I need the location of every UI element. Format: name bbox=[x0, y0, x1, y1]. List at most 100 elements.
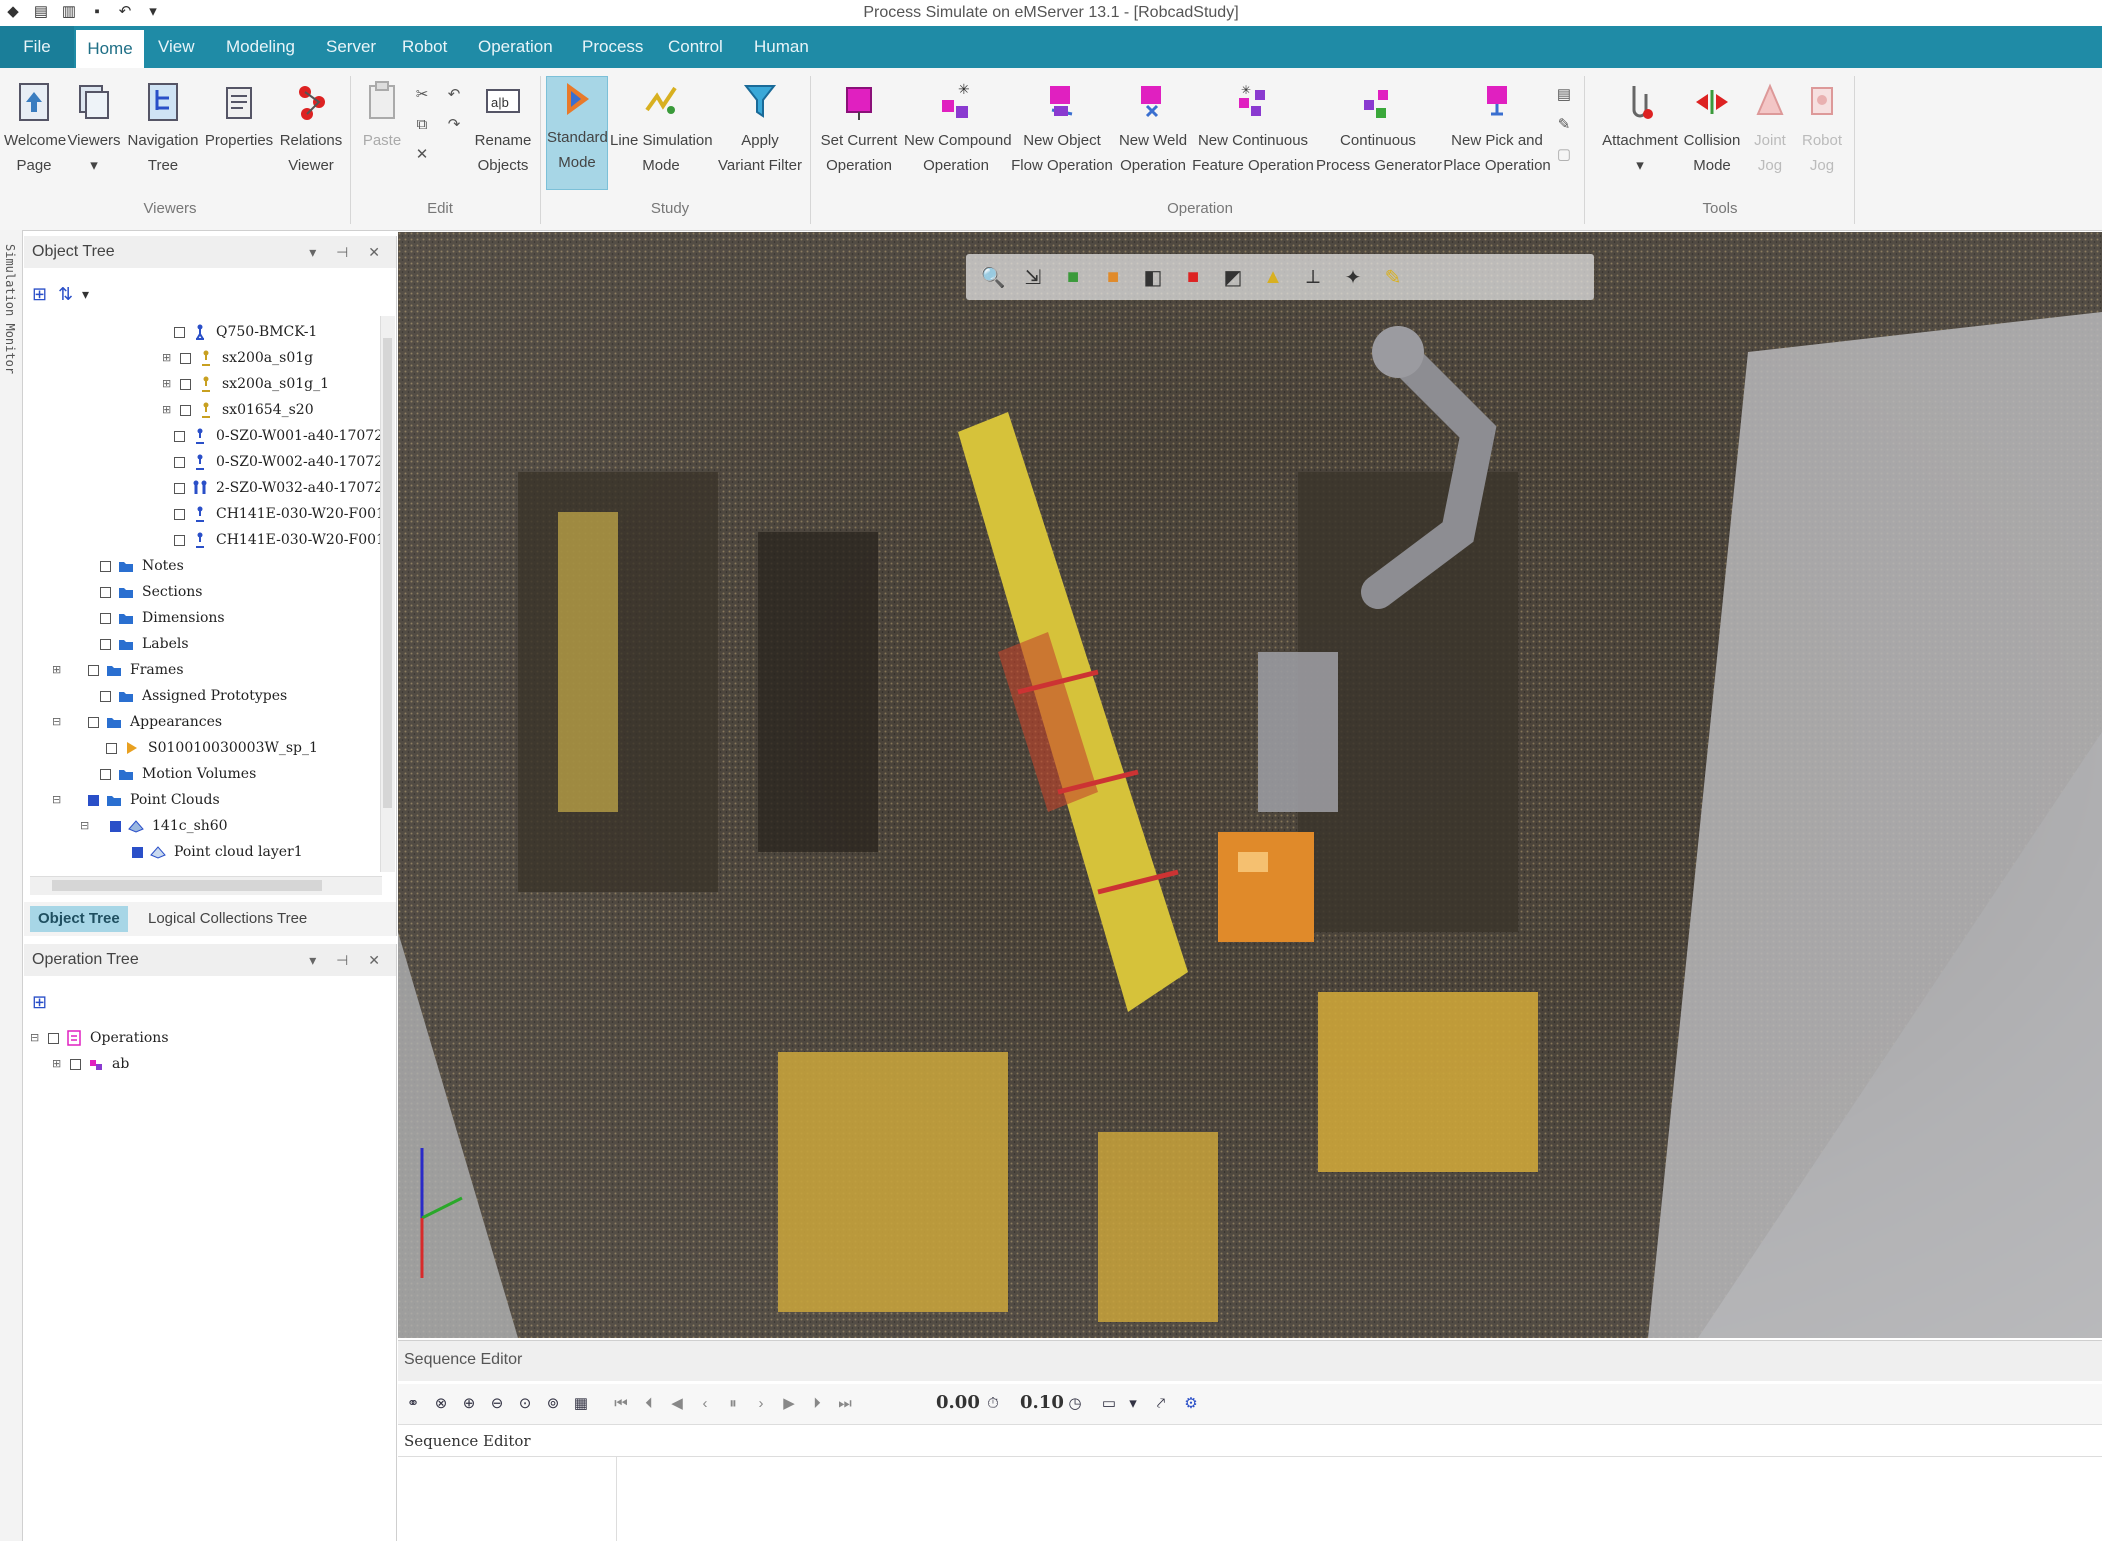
visibility-checkbox[interactable] bbox=[180, 352, 191, 364]
green-cube-icon[interactable]: ■ bbox=[1060, 264, 1086, 290]
tree-folder[interactable]: Sections bbox=[82, 580, 202, 604]
tree-folder[interactable]: Assigned Prototypes bbox=[82, 684, 287, 708]
welcome-page-button[interactable]: Welcome Page bbox=[4, 80, 66, 178]
delete-icon[interactable]: ✕ bbox=[412, 144, 432, 164]
operation-small-tool-icon[interactable]: ▤ bbox=[1554, 84, 1574, 104]
tree-folder[interactable]: Motion Volumes bbox=[82, 762, 256, 786]
standard-mode-button[interactable]: Standard Mode bbox=[546, 76, 608, 190]
visibility-checkbox[interactable] bbox=[132, 846, 143, 858]
snap-icon[interactable]: ✦ bbox=[1340, 264, 1366, 290]
new-weld-operation-button[interactable]: New Weld Operation bbox=[1116, 80, 1190, 178]
jump-to-end-icon[interactable]: ⏭ bbox=[834, 1392, 856, 1414]
visibility-checkbox[interactable] bbox=[174, 326, 185, 338]
relations-viewer-button[interactable]: Relations Viewer bbox=[276, 80, 346, 178]
tree-item[interactable]: 2-SZ0-W032-a40-17072 bbox=[174, 476, 383, 500]
chevron-down-icon[interactable]: ▾ bbox=[1122, 1392, 1144, 1414]
tree-item[interactable]: ⊞ sx01654_s20 bbox=[162, 398, 314, 422]
zoom-fit-icon[interactable]: ⊙ bbox=[514, 1392, 536, 1414]
tree-display-icon[interactable]: ⇅ bbox=[58, 284, 73, 305]
edit-link-icon[interactable]: ⤤ bbox=[1150, 1392, 1172, 1414]
pick-level-icon[interactable]: ✎ bbox=[1380, 264, 1406, 290]
paste-button[interactable]: Paste bbox=[356, 80, 408, 153]
operation-filter-icon[interactable]: ⊞ bbox=[32, 992, 47, 1013]
tab-file[interactable]: File bbox=[0, 26, 74, 68]
visibility-checkbox[interactable] bbox=[174, 508, 185, 520]
collapse-icon[interactable]: ⊟ bbox=[52, 710, 64, 734]
visibility-checkbox[interactable] bbox=[48, 1032, 59, 1044]
simulation-monitor-strip[interactable]: Simulation Monitor bbox=[0, 230, 23, 1541]
tree-filter-icon[interactable]: ⊞ bbox=[32, 284, 47, 305]
expand-icon[interactable]: ⊞ bbox=[52, 658, 64, 682]
visibility-checkbox[interactable] bbox=[174, 482, 185, 494]
cut-icon[interactable]: ✂ bbox=[412, 84, 432, 104]
jump-to-start-icon[interactable]: ⏮ bbox=[610, 1392, 632, 1414]
tab-server[interactable]: Server bbox=[320, 26, 382, 68]
visibility-checkbox[interactable] bbox=[180, 404, 191, 416]
visibility-checkbox[interactable] bbox=[174, 430, 185, 442]
tree-folder[interactable]: Dimensions bbox=[82, 606, 225, 630]
collapse-icon[interactable]: ⊟ bbox=[30, 1026, 42, 1050]
copy-icon[interactable]: ⧉ bbox=[412, 114, 432, 134]
visibility-checkbox[interactable] bbox=[174, 534, 185, 546]
tree-folder[interactable]: ⊟ Point Clouds bbox=[52, 788, 220, 812]
time-interval-icon[interactable]: ⏱ bbox=[982, 1392, 1004, 1414]
tab-human[interactable]: Human bbox=[748, 26, 815, 68]
monitor-icon[interactable]: ▭ bbox=[1098, 1392, 1120, 1414]
tab-operation[interactable]: Operation bbox=[472, 26, 559, 68]
column-divider[interactable] bbox=[616, 1456, 617, 1541]
visibility-checkbox[interactable] bbox=[110, 820, 121, 832]
chevron-down-icon[interactable]: ▾ bbox=[82, 286, 89, 303]
link-icon[interactable]: ⚭ bbox=[402, 1392, 424, 1414]
zoom-in-icon[interactable]: ⊕ bbox=[458, 1392, 480, 1414]
redo-small-icon[interactable]: ↷ bbox=[444, 114, 464, 134]
reverse-icon[interactable]: ‹ bbox=[694, 1392, 716, 1414]
tab-view[interactable]: View bbox=[152, 26, 201, 68]
scroll-thumb[interactable] bbox=[383, 338, 392, 808]
properties-button[interactable]: Properties bbox=[204, 80, 274, 153]
visibility-checkbox[interactable] bbox=[100, 586, 111, 598]
orange-cube-icon[interactable]: ■ bbox=[1100, 264, 1126, 290]
view-orientation-icon[interactable]: ⇲ bbox=[1020, 264, 1046, 290]
zoom-out-icon[interactable]: ⊖ bbox=[486, 1392, 508, 1414]
expand-icon[interactable]: ⊞ bbox=[162, 372, 174, 396]
render-mode-icon[interactable]: ◧ bbox=[1140, 264, 1166, 290]
tree-item[interactable]: S010010030003W_sp_1 bbox=[106, 736, 318, 760]
collision-mode-button[interactable]: Collision Mode bbox=[1680, 80, 1744, 178]
expand-icon[interactable]: ⊞ bbox=[162, 398, 174, 422]
new-continuous-feature-operation-button[interactable]: ✳ New Continuous Feature Operation bbox=[1192, 80, 1314, 178]
tree-item-operations[interactable]: ⊟ Operations bbox=[30, 1026, 169, 1050]
tab-modeling[interactable]: Modeling bbox=[220, 26, 301, 68]
visibility-checkbox[interactable] bbox=[70, 1058, 81, 1070]
expand-icon[interactable]: ⊞ bbox=[52, 1052, 64, 1076]
visibility-checkbox[interactable] bbox=[100, 638, 111, 650]
forward-icon[interactable]: › bbox=[750, 1392, 772, 1414]
tab-home[interactable]: Home bbox=[76, 30, 144, 68]
joint-jog-button[interactable]: Joint Jog bbox=[1746, 80, 1794, 178]
visibility-checkbox[interactable] bbox=[88, 716, 99, 728]
apply-variant-filter-button[interactable]: Apply Variant Filter bbox=[716, 80, 804, 178]
tree-item[interactable]: ⊞ sx200a_s01g bbox=[162, 346, 313, 370]
tree-item[interactable]: CH141E-030-W20-F001- bbox=[174, 528, 384, 552]
tree-item[interactable]: CH141E-030-W20-F001- bbox=[174, 502, 384, 526]
tree-folder[interactable]: Notes bbox=[82, 554, 184, 578]
section-icon[interactable]: ◩ bbox=[1220, 264, 1246, 290]
rename-objects-button[interactable]: a|b Rename Objects bbox=[470, 80, 536, 178]
pause-icon[interactable]: ⏸ bbox=[722, 1392, 744, 1414]
viewers-button[interactable]: Viewers ▾ bbox=[66, 80, 122, 178]
visibility-checkbox[interactable] bbox=[88, 664, 99, 676]
panel-controls[interactable]: ▾ ⊣ ✕ bbox=[309, 944, 388, 976]
line-simulation-mode-button[interactable]: Line Simulation Mode bbox=[610, 80, 713, 178]
tree-item[interactable]: 0-SZ0-W002-a40-17072 bbox=[174, 450, 383, 474]
new-compound-operation-button[interactable]: ✳ New Compound Operation bbox=[904, 80, 1012, 178]
step-back-icon[interactable]: ⏴ bbox=[638, 1392, 660, 1414]
tree-folder[interactable]: Labels bbox=[82, 632, 189, 656]
robot-program-icon[interactable]: ⚙ bbox=[1180, 1392, 1202, 1414]
clock-icon[interactable]: ◷ bbox=[1064, 1392, 1086, 1414]
tree-item-operation[interactable]: ⊞ ab bbox=[52, 1052, 129, 1076]
visibility-checkbox[interactable] bbox=[100, 612, 111, 624]
operation-small-tool-2-icon[interactable]: ✎ bbox=[1554, 114, 1574, 134]
attachment-button[interactable]: Attachment ▾ bbox=[1594, 80, 1686, 178]
new-object-flow-operation-button[interactable]: New Object Flow Operation bbox=[1010, 80, 1114, 178]
zoom-fit-icon[interactable]: 🔍 bbox=[980, 264, 1006, 290]
tab-process[interactable]: Process bbox=[576, 26, 649, 68]
